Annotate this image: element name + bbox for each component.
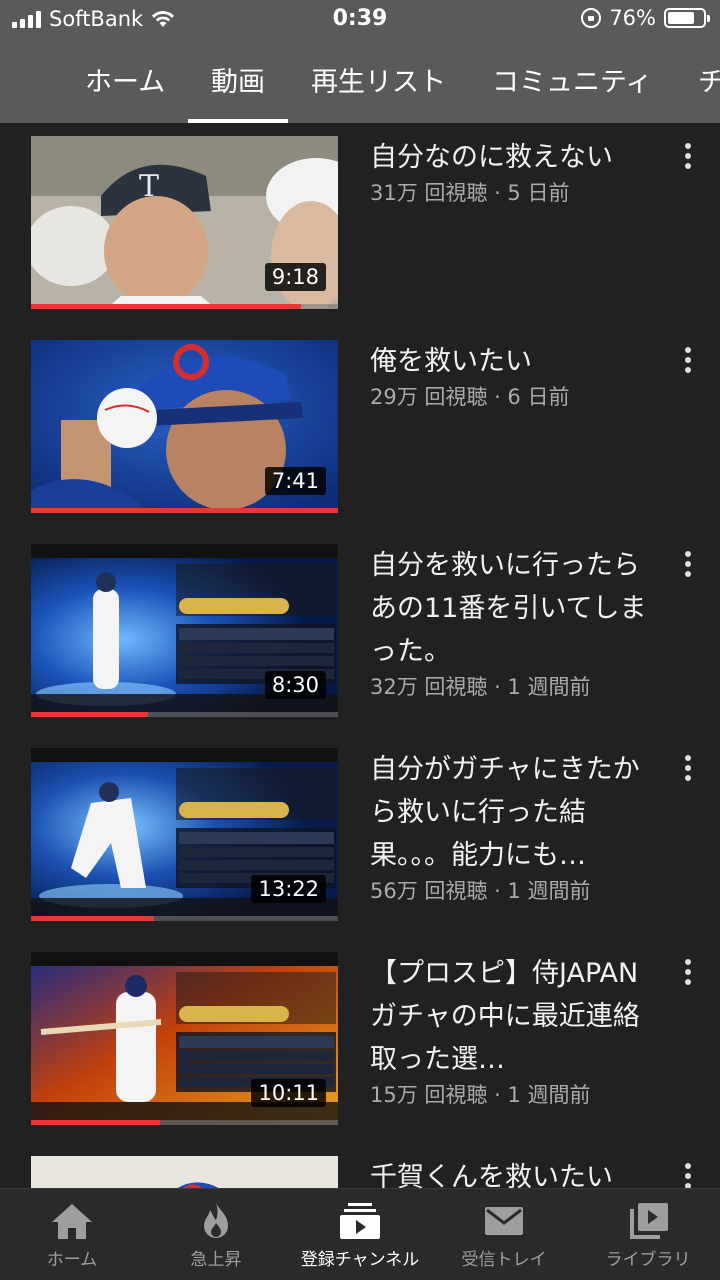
video-item[interactable]: 8:30 自分を救いに行ったらあの11番を引いてしまった。 32万 回視聴 · … [0,531,720,731]
video-thumbnail[interactable]: T 9:18 [31,136,338,309]
watch-progress-bar [31,508,338,513]
status-bar: SoftBank 0:39 76% [0,0,720,40]
video-item[interactable]: T 9:18 自分なのに救えない 31万 回視聴 · 5 日前 [0,123,720,323]
video-duration: 9:18 [264,263,326,291]
watch-progress-bar [31,1120,338,1125]
video-item[interactable]: 13:22 自分がガチャにきたから救いに行った結果。。。能力にも… 56万 回視… [0,735,720,935]
nav-trending[interactable]: 急上昇 [144,1201,288,1270]
video-thumbnail[interactable] [31,1156,338,1188]
video-duration: 8:30 [264,671,326,699]
video-duration: 10:11 [251,1079,326,1107]
tab-videos[interactable]: 動画 [211,60,265,99]
battery-percentage: 76% [609,6,656,30]
nav-home-label: ホーム [46,1250,98,1270]
inbox-icon [485,1207,523,1235]
video-item[interactable]: 10:11 【プロスピ】侍JAPANガチャの中に最近連絡取った選… 15万 回視… [0,939,720,1139]
watch-progress-fill [31,1120,160,1125]
battery-level [668,12,694,24]
watch-progress-fill [31,712,148,717]
tab-channels[interactable]: チ [698,60,720,99]
video-title[interactable]: 自分なのに救えない [370,136,660,179]
video-list: T 9:18 自分なのに救えない 31万 回視聴 · 5 日前 7:41 俺を救… [0,123,720,1188]
home-icon [52,1204,92,1239]
more-options-icon[interactable] [680,959,696,989]
nav-trending-label: 急上昇 [190,1250,242,1270]
video-title[interactable]: 俺を救いたい [370,340,660,383]
more-options-icon[interactable] [680,551,696,581]
tab-community[interactable]: コミュニティ [492,60,652,99]
watch-progress-bar [31,712,338,717]
flame-icon [204,1203,228,1238]
svg-text:T: T [139,169,159,204]
video-thumbnail[interactable]: 7:41 [31,340,338,513]
video-thumbnail[interactable]: 10:11 [31,952,338,1125]
library-icon [630,1203,668,1239]
video-meta: 31万 回視聴 · 5 日前 [370,181,570,205]
video-duration: 13:22 [251,875,326,903]
video-item[interactable]: 7:41 俺を救いたい 29万 回視聴 · 6 日前 [0,327,720,527]
bottom-navigation: ホーム 急上昇 登録チャンネル 受信トレイ ライブラリ [0,1188,720,1280]
nav-subscriptions-label: 登録チャンネル [300,1250,420,1270]
watch-progress-fill [31,916,154,921]
video-title[interactable]: 自分を救いに行ったらあの11番を引いてしまった。 [370,544,660,673]
battery-icon [664,8,710,28]
nav-inbox[interactable]: 受信トレイ [432,1201,576,1270]
video-item[interactable]: 千賀くんを救いたい [0,1143,720,1188]
watch-progress-bar [31,304,338,309]
nav-inbox-label: 受信トレイ [461,1250,547,1270]
more-options-icon[interactable] [680,1163,696,1188]
video-title[interactable]: 【プロスピ】侍JAPANガチャの中に最近連絡取った選… [370,952,660,1081]
watch-progress-fill [31,508,338,513]
nav-library-label: ライブラリ [605,1250,691,1270]
subscriptions-icon [340,1203,380,1239]
video-meta: 32万 回視聴 · 1 週間前 [370,675,591,699]
tab-home[interactable]: ホーム [85,60,165,99]
video-meta: 29万 回視聴 · 6 日前 [370,385,570,409]
video-title[interactable]: 自分がガチャにきたから救いに行った結果。。。能力にも… [370,748,660,877]
watch-progress-bar [31,916,338,921]
more-options-icon[interactable] [680,347,696,377]
nav-home[interactable]: ホーム [0,1201,144,1270]
video-meta: 56万 回視聴 · 1 週間前 [370,879,591,903]
video-duration: 7:41 [264,467,326,495]
video-thumbnail[interactable]: 13:22 [31,748,338,921]
more-options-icon[interactable] [680,143,696,173]
video-title[interactable]: 千賀くんを救いたい [370,1156,660,1188]
nav-library[interactable]: ライブラリ [576,1201,720,1270]
tab-playlists[interactable]: 再生リスト [311,60,446,99]
status-right: 76% [581,6,710,30]
more-options-icon[interactable] [680,755,696,785]
video-thumbnail[interactable]: 8:30 [31,544,338,717]
watch-progress-fill [31,304,302,309]
cubs-cap-thumbnail [31,1156,338,1188]
video-meta: 15万 回視聴 · 1 週間前 [370,1083,591,1107]
nav-subscriptions[interactable]: 登録チャンネル [288,1201,432,1270]
channel-tabs: ホーム 動画 再生リスト コミュニティ チ [0,40,720,123]
orientation-lock-icon [581,8,602,28]
